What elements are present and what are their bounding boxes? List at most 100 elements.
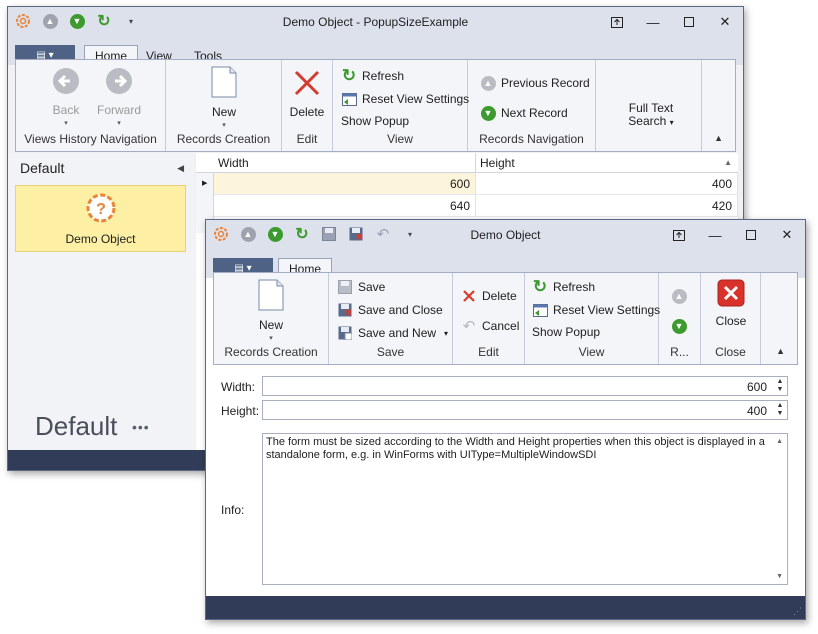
refresh-button[interactable]: ↻ Refresh xyxy=(341,66,404,85)
width-label: Width: xyxy=(221,380,256,394)
nav-more-icon[interactable]: ••• xyxy=(132,419,150,435)
forward-label: Forward xyxy=(96,103,141,117)
column-header-width[interactable]: Width xyxy=(218,156,249,170)
delete-label: Delete xyxy=(289,105,325,119)
group-records-creation: New ▾ Records Creation xyxy=(214,273,329,364)
next-record-icon: ▼ xyxy=(671,318,687,334)
reset-view-icon xyxy=(532,302,548,318)
cell-height[interactable]: 420 xyxy=(476,195,738,217)
group-save: Save Save and Close Save and New ▾ Save xyxy=(329,273,453,364)
group-label-close: Close xyxy=(715,345,746,359)
save-label: Save xyxy=(358,280,386,294)
save-and-new-button[interactable]: Save and New ▾ xyxy=(337,325,448,341)
new-document-icon xyxy=(258,279,284,311)
previous-record-icon: ▲ xyxy=(480,75,496,91)
group-records-navigation: ▲ Previous Record ▼ Next Record Records … xyxy=(468,60,596,151)
width-spin-icon[interactable]: ▲ ▼ xyxy=(774,378,786,394)
group-edit: Delete ↶ Cancel Edit xyxy=(453,273,525,364)
ribbon-display-options-icon[interactable] xyxy=(599,13,635,31)
popup-ribbon: New ▾ Records Creation Save Save and Clo… xyxy=(213,272,798,365)
new-button[interactable]: New ▾ xyxy=(204,66,244,129)
next-record-button[interactable]: ▼ xyxy=(671,318,692,334)
row-indicator-icon: ▶ xyxy=(202,180,208,187)
delete-button[interactable]: Delete xyxy=(287,68,327,119)
save-button[interactable]: Save xyxy=(337,279,385,295)
group-label-views-history: Views History Navigation xyxy=(24,132,157,146)
group-close: Close Close xyxy=(701,273,761,364)
reset-view-settings-button[interactable]: Reset View Settings xyxy=(532,302,660,318)
back-label: Back xyxy=(52,103,80,117)
show-popup-button[interactable]: Show Popup xyxy=(532,325,600,339)
nav-item-label: Demo Object xyxy=(65,232,136,246)
show-popup-button[interactable]: Show Popup xyxy=(341,114,409,128)
close-icon[interactable]: ✕ xyxy=(769,226,805,244)
ribbon-collapse-icon[interactable]: ▲ xyxy=(714,133,723,143)
nav-collapse-icon[interactable]: ◀ xyxy=(177,163,184,174)
group-edit: Delete Edit xyxy=(282,60,333,151)
maximize-icon[interactable] xyxy=(733,226,769,244)
new-label: New xyxy=(258,318,283,332)
refresh-icon: ↻ xyxy=(341,66,357,85)
main-titlebar: ▲ ▼ ↻ ▾ Demo Object - PopupSizeExample —… xyxy=(8,7,743,37)
cell-width[interactable]: 640 xyxy=(214,195,476,217)
delete-label: Delete xyxy=(482,289,517,303)
height-field[interactable]: 400 ▲ ▼ xyxy=(262,400,788,420)
previous-record-label: Previous Record xyxy=(501,76,590,90)
maximize-icon[interactable] xyxy=(671,13,707,31)
group-label-records-creation: Records Creation xyxy=(176,132,271,146)
reset-view-icon xyxy=(341,91,357,107)
previous-record-button[interactable]: ▲ xyxy=(671,288,692,304)
group-views-history: Back ▾ Forward ▾ Views History Navigatio… xyxy=(16,60,166,151)
main-ribbon: Back ▾ Forward ▾ Views History Navigatio… xyxy=(15,59,736,152)
cell-height[interactable]: 400 xyxy=(476,173,738,195)
reset-view-settings-button[interactable]: Reset View Settings xyxy=(341,91,469,107)
group-label-records-navigation: Records Navigation xyxy=(479,132,584,146)
next-record-button[interactable]: ▼ Next Record xyxy=(480,105,568,121)
delete-button[interactable]: Delete xyxy=(461,288,517,304)
minimize-icon[interactable]: — xyxy=(635,13,671,31)
column-header-height[interactable]: Height xyxy=(480,156,515,170)
cancel-button[interactable]: ↶ Cancel xyxy=(461,318,520,335)
width-field[interactable]: 600 ▲ ▼ xyxy=(262,376,788,396)
ribbon-collapse-icon[interactable]: ▲ xyxy=(776,346,785,356)
back-button[interactable]: Back ▾ xyxy=(46,66,86,127)
forward-button[interactable]: Forward ▾ xyxy=(94,66,144,127)
forward-icon xyxy=(106,68,132,94)
new-label: New xyxy=(211,105,236,119)
close-red-icon xyxy=(717,279,745,307)
save-and-close-button[interactable]: Save and Close xyxy=(337,302,443,318)
close-icon[interactable]: ✕ xyxy=(707,13,743,31)
full-text-search-button[interactable]: Full Text Search ▾ xyxy=(616,102,686,129)
full-text-search-label: Full Text Search xyxy=(628,101,674,128)
save-and-new-label: Save and New xyxy=(358,326,437,340)
next-record-label: Next Record xyxy=(501,106,568,120)
resize-grip-icon[interactable]: ⋰ xyxy=(793,606,802,617)
nav-item-demo-object[interactable]: ? Demo Object xyxy=(15,185,186,252)
new-button[interactable]: New ▾ xyxy=(251,279,291,342)
cell-width[interactable]: 600 xyxy=(214,173,476,195)
previous-record-button[interactable]: ▲ Previous Record xyxy=(480,75,590,91)
show-popup-label: Show Popup xyxy=(341,114,410,128)
textarea-scroll-down-icon[interactable]: ▼ xyxy=(776,573,783,580)
height-spin-icon[interactable]: ▲ ▼ xyxy=(774,402,786,418)
reset-view-label: Reset View Settings xyxy=(553,303,661,317)
group-label-edit: Edit xyxy=(478,345,499,359)
group-label-view: View xyxy=(387,132,413,146)
close-button[interactable]: Close xyxy=(709,279,753,328)
refresh-label: Refresh xyxy=(553,280,596,294)
nav-footer-label[interactable]: Default xyxy=(35,411,117,442)
textarea-scroll-up-icon[interactable]: ▲ xyxy=(776,438,783,445)
group-label-records: R... xyxy=(670,345,689,359)
group-label-edit: Edit xyxy=(296,132,318,146)
save-and-close-icon xyxy=(337,302,353,318)
popup-window: ▲ ▼ ↻ ↶ ▾ Demo Object — ✕ ▤ ▾ Home New ▾ xyxy=(205,219,806,620)
show-popup-label: Show Popup xyxy=(532,325,601,339)
cancel-label: Cancel xyxy=(482,319,520,333)
info-text: The form must be sized according to the … xyxy=(266,436,765,461)
demo-object-icon: ? xyxy=(86,193,116,223)
group-label-records-creation: Records Creation xyxy=(224,345,318,359)
refresh-button[interactable]: ↻ Refresh xyxy=(532,277,596,296)
ribbon-display-options-icon[interactable] xyxy=(661,226,697,244)
minimize-icon[interactable]: — xyxy=(697,226,733,244)
info-textarea[interactable]: The form must be sized according to the … xyxy=(262,433,788,585)
